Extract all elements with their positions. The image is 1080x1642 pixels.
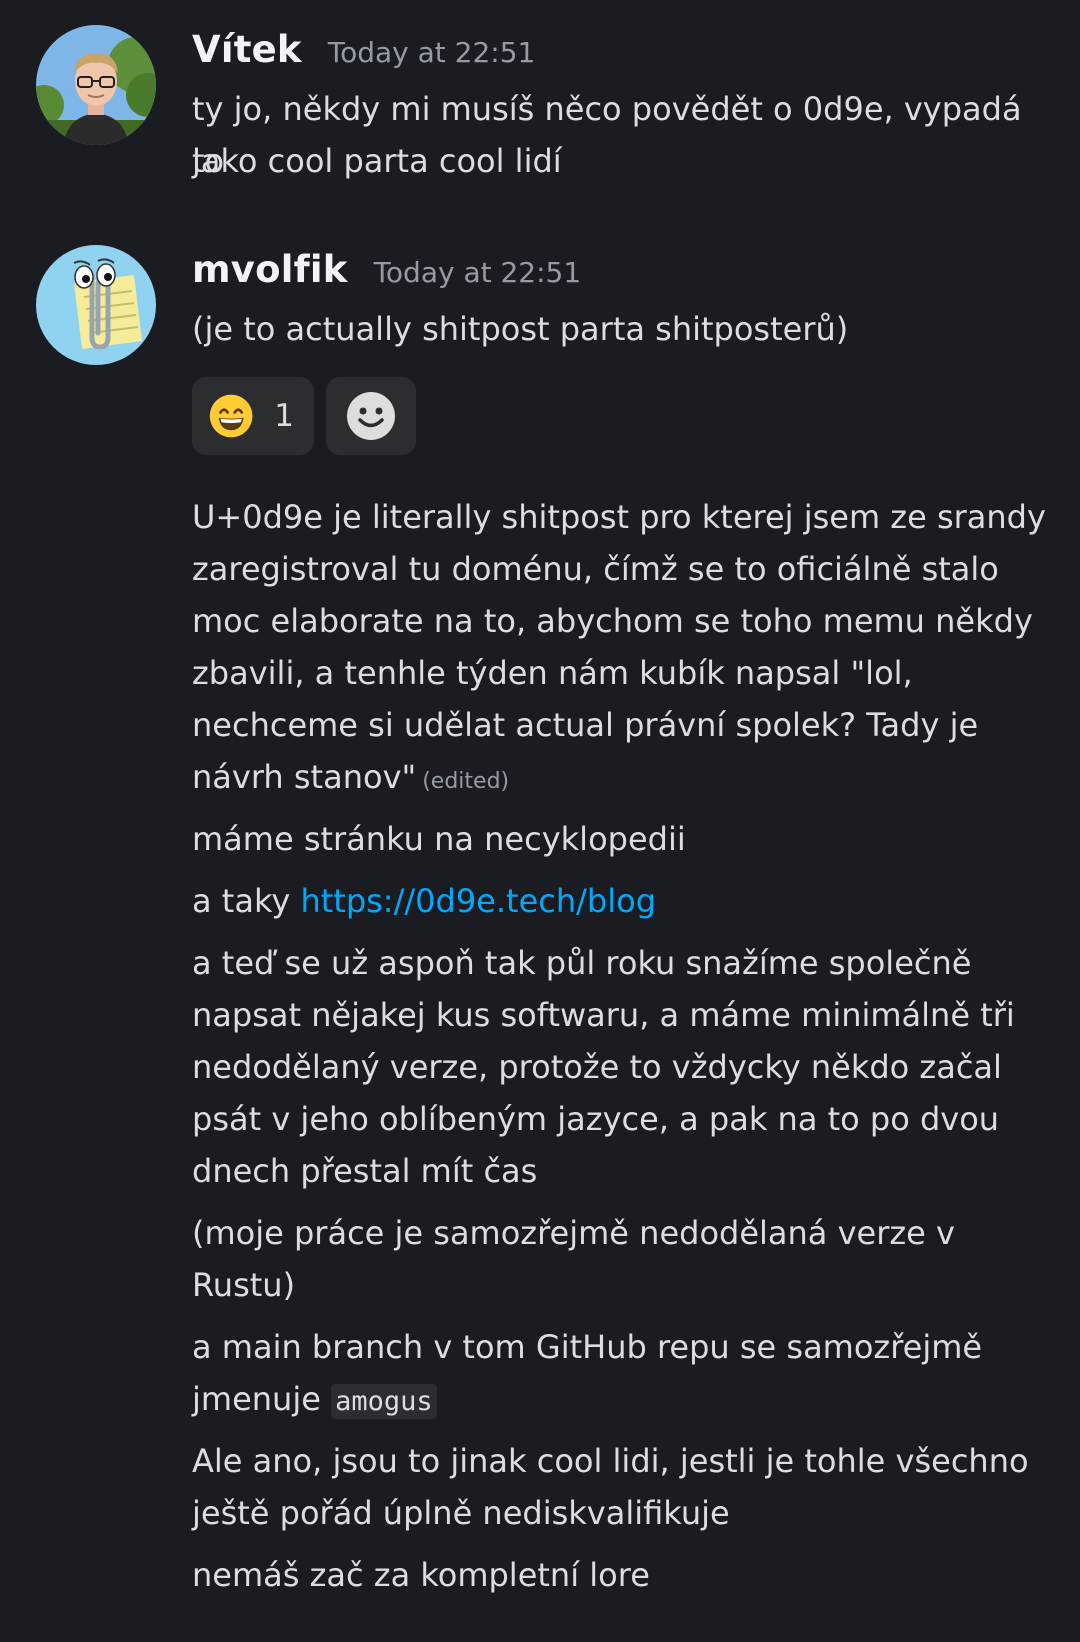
message-text: a taky — [192, 882, 301, 920]
message-header: Vítek Today at 22:51 — [192, 28, 535, 80]
username-mvolfik[interactable]: mvolfik — [192, 248, 348, 291]
message-text-line: zaregistroval tu doménu, čímž se to ofic… — [192, 550, 999, 588]
message-text-line: jako cool parta cool lidí — [192, 142, 562, 180]
message-text-line: (moje práce je samozřejmě nedodělaná ver… — [192, 1214, 955, 1252]
message-text-line: a teď se už aspoň tak půl roku snažíme s… — [192, 944, 972, 982]
reactions-bar: 1 — [192, 377, 416, 455]
avatar-vitek[interactable] — [36, 25, 156, 145]
message-text-line: dnech přestal mít čas — [192, 1152, 538, 1190]
message-text-line: U+0d9e je literally shitpost pro kterej … — [192, 498, 1046, 536]
message-text-line: nechceme si udělat actual právní spolek?… — [192, 706, 979, 744]
person-photo-avatar-icon — [36, 25, 156, 145]
message-text-line: napsat nějakej kus softwaru, a máme mini… — [192, 996, 1015, 1034]
message-text-line: ještě pořád úplně nediskvalifikuje — [192, 1494, 730, 1532]
username-vitek[interactable]: Vítek — [192, 28, 302, 71]
reaction-grinning[interactable]: 1 — [192, 377, 314, 455]
message-timestamp[interactable]: Today at 22:51 — [328, 36, 536, 69]
add-reaction-button[interactable] — [326, 377, 416, 455]
message-text: jmenuje — [192, 1380, 332, 1418]
message-text-line: a taky https://0d9e.tech/blog — [192, 875, 1052, 927]
avatar-mvolfik[interactable] — [36, 245, 156, 365]
add-reaction-icon — [347, 392, 395, 440]
chat-message-list: Vítek Today at 22:51 ty jo, někdy mi mus… — [0, 0, 1080, 1642]
message-text-line: máme stránku na necyklopedii — [192, 820, 686, 858]
reaction-count: 1 — [274, 398, 294, 434]
paperclip-avatar-icon — [36, 245, 156, 365]
message-timestamp[interactable]: Today at 22:51 — [374, 256, 582, 289]
message-header: mvolfik Today at 22:51 — [192, 248, 581, 300]
message-text-line: Ale ano, jsou to jinak cool lidi, jestli… — [192, 1442, 1029, 1480]
message-text-line: nemáš zač za kompletní lore — [192, 1556, 650, 1594]
message-text-line: moc elaborate na to, abychom se toho mem… — [192, 602, 1033, 640]
message-text: návrh stanov" — [192, 758, 417, 796]
message-text-line: a main branch v tom GitHub repu se samoz… — [192, 1328, 983, 1366]
message-text-line: návrh stanov" (edited) — [192, 751, 1052, 808]
blog-link[interactable]: https://0d9e.tech/blog — [300, 882, 656, 920]
message-text-line: Rustu) — [192, 1266, 296, 1304]
message-text-line: (je to actually shitpost parta shitposte… — [192, 310, 849, 348]
inline-code: amogus — [331, 1384, 437, 1419]
grinning-emoji-icon — [209, 394, 253, 438]
edited-label[interactable]: (edited) — [422, 769, 509, 794]
message-text-line: nedodělaný verze, protože to vždycky něk… — [192, 1048, 1002, 1086]
message-text-line: jmenuje amogus — [192, 1373, 1052, 1428]
message-text-line: zbavili, a tenhle týden nám kubík napsal… — [192, 654, 913, 692]
message-text-line: psát v jeho oblíbeným jazyce, a pak na t… — [192, 1100, 1000, 1138]
